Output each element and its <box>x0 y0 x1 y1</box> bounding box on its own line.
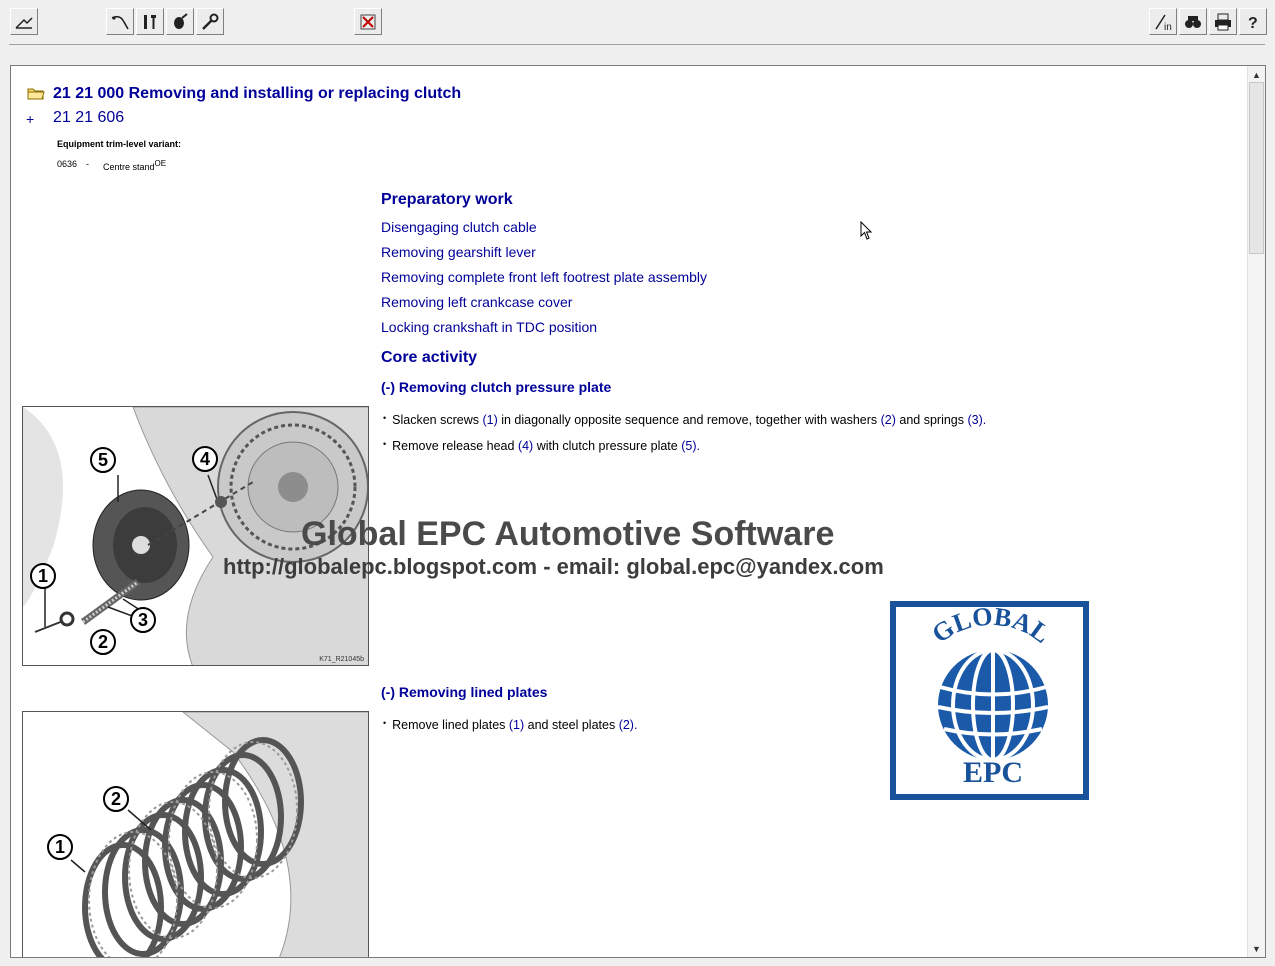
step-heading-lined-plates: (-) Removing lined plates <box>381 684 548 700</box>
lubricant-button[interactable] <box>166 8 194 35</box>
wrench-icon <box>202 13 219 30</box>
navigate-back-button[interactable] <box>10 8 38 35</box>
prep-link-locking-crankshaft[interactable]: Locking crankshaft in TDC position <box>381 319 597 335</box>
figure-code: K71_R21045b <box>319 656 364 663</box>
wrench-button[interactable] <box>196 8 224 35</box>
bullet-text: Remove lined plates <box>392 718 509 732</box>
info-button[interactable]: in <box>1149 8 1177 35</box>
navigate-icon <box>15 16 33 29</box>
help-button[interactable]: ? <box>1239 8 1267 35</box>
document-title[interactable]: 21 21 000 Removing and installing or rep… <box>53 85 461 103</box>
bullet-dot: • <box>383 413 387 423</box>
search-icon <box>1185 15 1201 28</box>
step1-bullet-2: • Remove release head (4) with clutch pre… <box>383 439 700 453</box>
callout-2: 2 <box>90 629 116 655</box>
prep-link-removing-crankcase-cover[interactable]: Removing left crankcase cover <box>381 294 572 310</box>
expand-toggle[interactable]: + <box>26 111 34 127</box>
callout-4: 4 <box>192 446 218 472</box>
equipment-dash: - <box>86 159 89 169</box>
print-icon <box>1215 13 1231 30</box>
lined-plates-illustration <box>70 712 368 957</box>
scroll-down-arrow-icon[interactable]: ▼ <box>1249 941 1264 956</box>
tools-button[interactable] <box>136 8 164 35</box>
callout-3: 3 <box>130 607 156 633</box>
prep-link-disengaging-clutch-cable[interactable]: Disengaging clutch cable <box>381 219 537 235</box>
ref-link-2[interactable]: (2) <box>619 718 634 732</box>
svg-text:in: in <box>1164 22 1172 32</box>
callout-2: 2 <box>103 786 129 812</box>
folder-icon <box>27 88 45 100</box>
wiring-icon <box>111 15 129 29</box>
ref-link-5[interactable]: (5) <box>681 439 696 453</box>
bullet-text: Slacken screws <box>392 413 483 427</box>
bullet-end: . <box>696 439 700 453</box>
info-icon: in <box>1155 14 1172 32</box>
core-heading: Core activity <box>381 349 478 366</box>
document-subtitle[interactable]: 21 21 606 <box>53 109 124 127</box>
tools-icon <box>144 14 156 29</box>
bullet-dot: • <box>383 439 387 449</box>
logo-bottom-text: EPC <box>963 756 1023 789</box>
equipment-name: Centre standOE <box>103 159 166 172</box>
bullet-end: . <box>982 413 987 427</box>
ref-link-4[interactable]: (4) <box>518 439 533 453</box>
vertical-scrollbar[interactable]: ▲ ▼ <box>1247 66 1265 957</box>
bullet-end: . <box>633 718 638 732</box>
prep-link-removing-footrest-plate[interactable]: Removing complete front left footrest pl… <box>381 269 707 285</box>
bullet-text: with clutch pressure plate <box>533 439 682 453</box>
toolbar: in ? <box>0 0 1275 46</box>
callout-1: 1 <box>30 563 56 589</box>
equipment-code: 0636 <box>57 159 78 169</box>
lubricant-icon <box>174 12 188 29</box>
ref-link-2[interactable]: (2) <box>881 413 896 427</box>
callout-1: 1 <box>47 834 73 860</box>
mouse-cursor-icon <box>860 221 873 240</box>
toolbar-divider <box>9 44 1265 45</box>
watermark-subtitle: http://globalepc.blogspot.com - email: g… <box>223 554 884 579</box>
bullet-text: and steel plates <box>524 718 619 732</box>
callout-5: 5 <box>90 447 116 473</box>
preparatory-heading: Preparatory work <box>381 191 513 208</box>
close-doc-icon <box>360 14 376 29</box>
step-heading-pressure-plate: (-) Removing clutch pressure plate <box>381 379 612 395</box>
ref-link-3[interactable]: (3) <box>967 413 982 427</box>
equipment-name-text: Centre stand <box>103 162 155 172</box>
globe-logo-icon: GLOBAL EPC <box>927 601 1056 789</box>
prep-link-removing-gearshift-lever[interactable]: Removing gearshift lever <box>381 244 536 260</box>
scrollbar-thumb[interactable] <box>1249 82 1264 254</box>
ref-link-1[interactable]: (1) <box>482 413 497 427</box>
bullet-text: Remove release head <box>392 439 518 453</box>
print-button[interactable] <box>1209 8 1237 35</box>
step1-bullet-1: • Slacken screws (1) in diagonally opposi… <box>383 413 986 427</box>
search-button[interactable] <box>1179 8 1207 35</box>
bullet-dot: • <box>383 718 387 728</box>
equipment-sup: OE <box>154 159 167 168</box>
equipment-label: Equipment trim-level variant: <box>57 139 182 149</box>
help-icon: ? <box>1248 15 1258 32</box>
scroll-up-arrow-icon[interactable]: ▲ <box>1249 67 1264 82</box>
logo-top-text: GLOBAL <box>927 607 1056 649</box>
document-pane: 21 21 000 Removing and installing or rep… <box>10 65 1266 958</box>
svg-text:?: ? <box>1248 15 1258 32</box>
document-content: 21 21 000 Removing and installing or rep… <box>11 66 1249 957</box>
bullet-text: in diagonally opposite sequence and remo… <box>497 413 881 427</box>
ref-link-1[interactable]: (1) <box>509 718 524 732</box>
global-epc-logo: GLOBAL EPC <box>890 601 1089 800</box>
step2-bullet-1: • Remove lined plates (1) and steel plate… <box>383 718 637 732</box>
figure-lined-plates[interactable]: 1 2 <box>22 711 369 957</box>
wiring-button[interactable] <box>106 8 134 35</box>
watermark-title: Global EPC Automotive Software <box>301 515 835 553</box>
bullet-text: and springs <box>895 413 968 427</box>
close-document-button[interactable] <box>354 8 382 35</box>
